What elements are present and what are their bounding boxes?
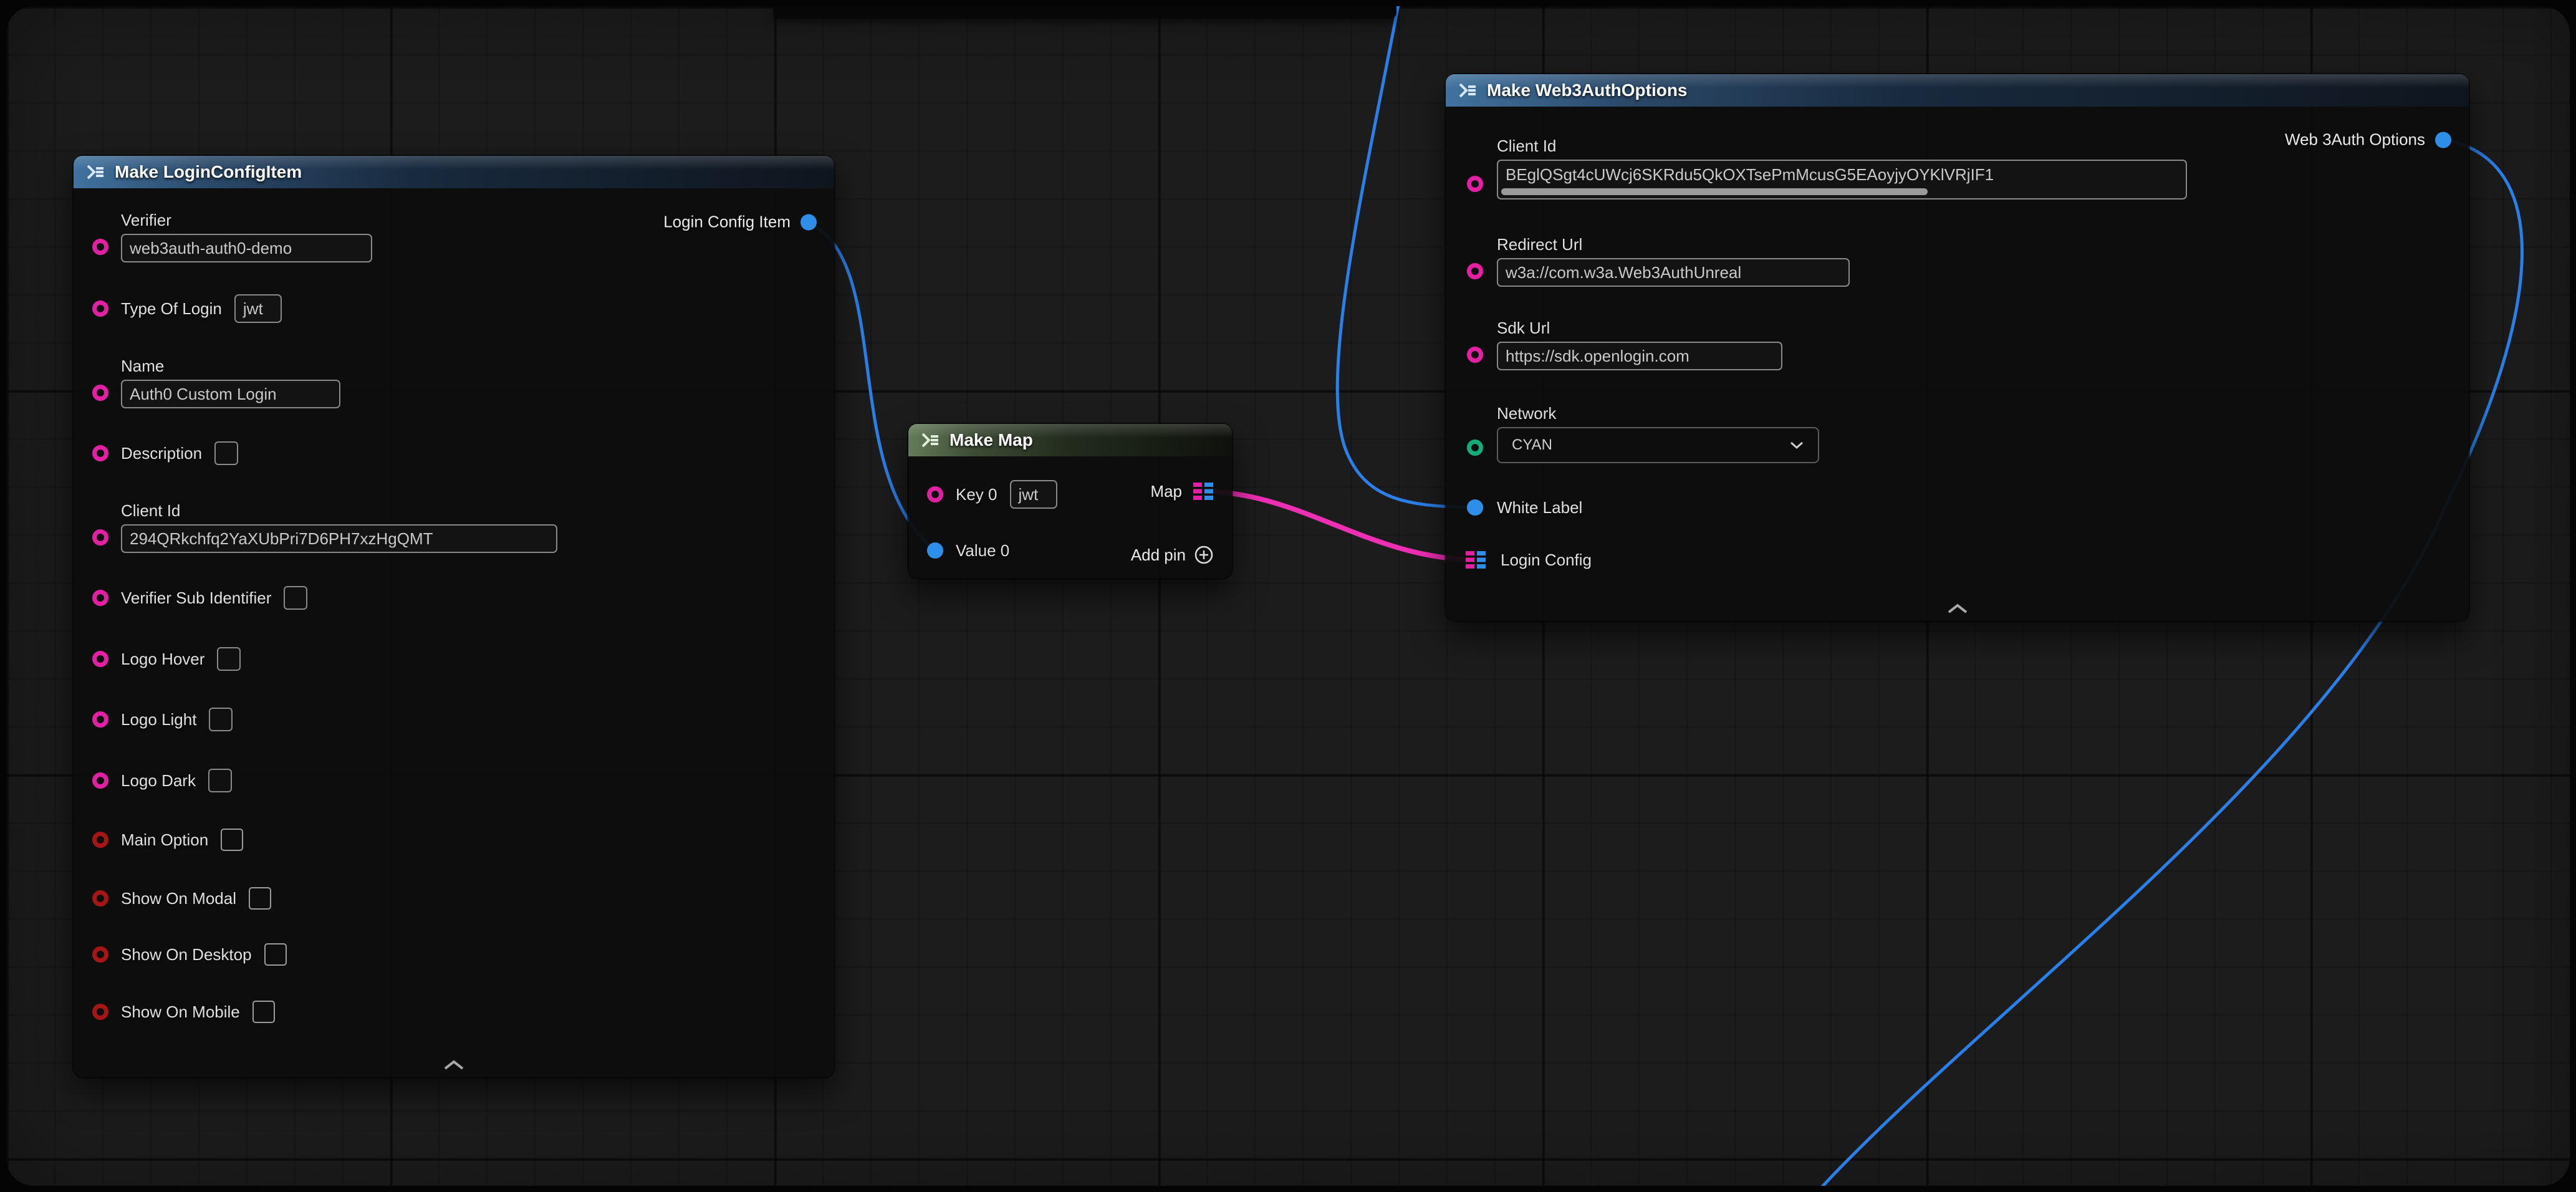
chevron-up-icon [1946, 602, 1969, 615]
field-horizontal-scrollbar[interactable] [1501, 188, 1928, 195]
key-0-label: Key 0 [956, 485, 997, 504]
show-on-mobile-checkbox[interactable] [252, 1001, 275, 1023]
client-id-field[interactable]: 294QRkchfq2YaXUbPri7D6PH7xzHgQMT [121, 524, 557, 553]
client-id-pin[interactable] [92, 529, 108, 546]
network-dropdown[interactable]: CYAN [1497, 427, 1819, 463]
client-id-label: Client Id [1497, 137, 2187, 155]
redirect-url-field[interactable]: w3a://com.w3a.Web3AuthUnreal [1497, 258, 1850, 287]
login-config-item-output-pin[interactable] [800, 214, 817, 230]
show-on-modal-checkbox[interactable] [249, 887, 271, 910]
make-node-icon [921, 432, 940, 448]
add-pin-button[interactable]: Add pin [1131, 544, 1214, 565]
output-label: Login Config Item [663, 213, 791, 232]
verifier-sub-identifier-field[interactable] [284, 586, 307, 610]
main-option-checkbox[interactable] [221, 829, 243, 851]
show-on-mobile-pin[interactable] [92, 1004, 108, 1020]
node-header-make-loginconfigitem[interactable]: Make LoginConfigItem [74, 156, 834, 188]
logo-hover-label: Logo Hover [121, 650, 204, 668]
map-output-pin map-grid-icon[interactable] [1192, 481, 1214, 501]
name-field[interactable]: Auth0 Custom Login [121, 380, 340, 408]
graph-canvas[interactable]: Make LoginConfigItem Login Config Item V… [6, 6, 2570, 1186]
type-of-login-value: jwt [243, 299, 263, 319]
logo-hover-field[interactable] [217, 647, 241, 671]
collapse-node-button[interactable] [443, 1059, 465, 1071]
value-0-pin[interactable] [927, 542, 943, 559]
node-title: Make LoginConfigItem [115, 162, 302, 182]
collapse-node-button[interactable] [1946, 602, 1969, 615]
logo-hover-pin[interactable] [92, 651, 108, 667]
node-header-make-web3authoptions[interactable]: Make Web3AuthOptions [1446, 74, 2469, 107]
description-field[interactable] [214, 441, 238, 465]
description-pin[interactable] [92, 445, 108, 461]
name-value: Auth0 Custom Login [130, 385, 277, 404]
logo-dark-pin[interactable] [92, 772, 108, 789]
logo-light-field[interactable] [209, 708, 233, 731]
white-label-pin[interactable] [1467, 499, 1483, 516]
output-label: Web 3Auth Options [2285, 130, 2425, 150]
description-label: Description [121, 444, 202, 463]
make-node-icon [86, 164, 105, 180]
redirect-url-pin[interactable] [1467, 263, 1483, 279]
node-make-map[interactable]: Make Map Key 0 jwt Map Value 0 Add pin [908, 424, 1232, 579]
client-id-pin[interactable] [1467, 176, 1483, 192]
type-of-login-label: Type Of Login [121, 299, 222, 318]
name-label: Name [121, 357, 340, 375]
logo-dark-field[interactable] [208, 769, 232, 792]
plus-circle-icon [1193, 544, 1214, 565]
verifier-value: web3auth-auth0-demo [130, 239, 292, 258]
client-id-label: Client Id [121, 501, 557, 520]
redirect-url-value: w3a://com.w3a.Web3AuthUnreal [1506, 263, 1741, 282]
login-config-label: Login Config [1501, 550, 1592, 569]
verifier-sub-identifier-label: Verifier Sub Identifier [121, 589, 271, 607]
node-title: Make Map [949, 430, 1033, 450]
type-of-login-field[interactable]: jwt [234, 294, 282, 323]
key-0-value: jwt [1019, 485, 1039, 504]
add-pin-label: Add pin [1131, 546, 1186, 565]
key-0-pin[interactable] [927, 486, 943, 502]
login-config-pin map-grid-icon[interactable] [1464, 550, 1487, 570]
name-pin[interactable] [92, 385, 108, 401]
wire-map-to-login-config[interactable] [1203, 491, 1476, 560]
show-on-desktop-pin[interactable] [92, 946, 108, 963]
client-id-field[interactable]: BEglQSgt4cUWcj6SKRdu5QkOXTsePmMcusG5EAoy… [1497, 160, 2187, 199]
show-on-modal-label: Show On Modal [121, 889, 236, 908]
node-make-loginconfigitem[interactable]: Make LoginConfigItem Login Config Item V… [74, 156, 834, 1077]
client-id-value: BEglQSgt4cUWcj6SKRdu5QkOXTsePmMcusG5EAoy… [1506, 165, 1994, 185]
value-0-label: Value 0 [956, 541, 1009, 560]
redirect-url-label: Redirect Url [1497, 235, 1850, 254]
show-on-modal-pin[interactable] [92, 890, 108, 906]
show-on-mobile-label: Show On Mobile [121, 1002, 240, 1021]
logo-light-label: Logo Light [121, 710, 196, 729]
node-make-web3authoptions[interactable]: Make Web3AuthOptions Web 3Auth Options C… [1446, 74, 2469, 621]
sdk-url-field[interactable]: https://sdk.openlogin.com [1497, 342, 1782, 370]
show-on-desktop-label: Show On Desktop [121, 945, 252, 964]
main-option-pin[interactable] [92, 832, 108, 848]
network-selected-value: CYAN [1512, 436, 1552, 454]
node-header-make-map[interactable]: Make Map [908, 424, 1232, 456]
verifier-label: Verifier [121, 211, 372, 229]
chevron-down-icon [1789, 441, 1804, 449]
sdk-url-label: Sdk Url [1497, 319, 1782, 337]
type-of-login-pin[interactable] [92, 300, 108, 317]
key-0-field[interactable]: jwt [1010, 480, 1057, 509]
show-on-desktop-checkbox[interactable] [264, 943, 287, 966]
node-title: Make Web3AuthOptions [1487, 80, 1688, 100]
logo-light-pin[interactable] [92, 711, 108, 728]
web3auth-options-output-pin[interactable] [2435, 132, 2451, 148]
main-option-label: Main Option [121, 830, 208, 849]
network-pin[interactable] [1467, 440, 1483, 456]
make-node-icon [1458, 82, 1477, 99]
chevron-up-icon [443, 1059, 465, 1071]
offscreen-node-edge[interactable] [773, 6, 1396, 19]
client-id-value: 294QRkchfq2YaXUbPri7D6PH7xzHgQMT [130, 529, 433, 549]
network-label: Network [1497, 404, 1819, 423]
sdk-url-pin[interactable] [1467, 347, 1483, 363]
verifier-sub-identifier-pin[interactable] [92, 590, 108, 606]
white-label-label: White Label [1497, 498, 1582, 517]
map-output-label: Map [1150, 482, 1182, 501]
sdk-url-value: https://sdk.openlogin.com [1506, 347, 1689, 366]
verifier-field[interactable]: web3auth-auth0-demo [121, 234, 372, 262]
logo-dark-label: Logo Dark [121, 771, 196, 790]
verifier-pin[interactable] [92, 239, 108, 255]
